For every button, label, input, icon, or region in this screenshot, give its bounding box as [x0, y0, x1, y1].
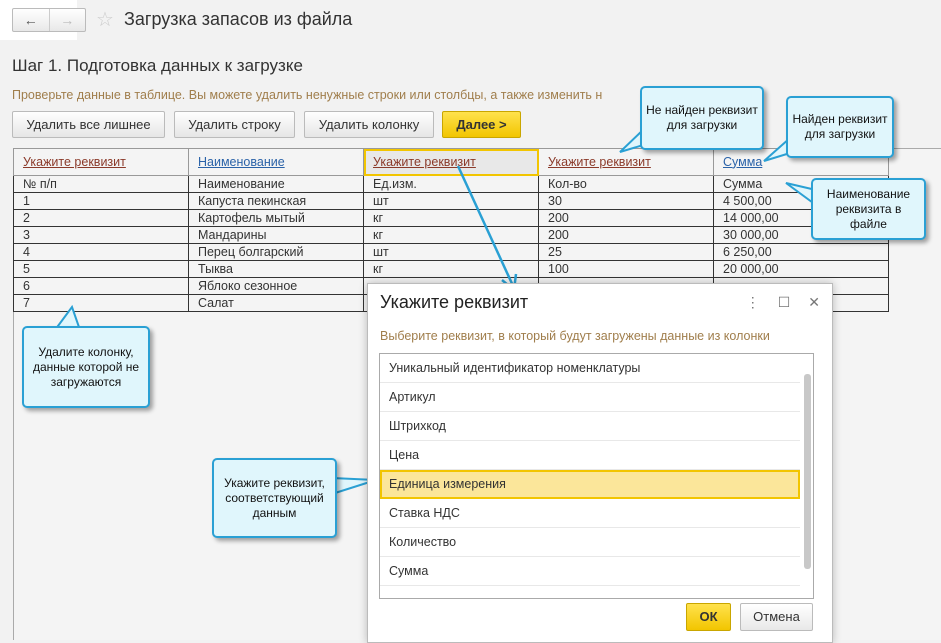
dialog-title: Укажите реквизит	[380, 292, 529, 312]
maximize-icon[interactable]: ☐	[778, 294, 791, 311]
list-item[interactable]: Уникальный идентификатор номенклатуры	[380, 354, 800, 383]
callout-delete-column: Удалите колонку, данные которой не загру…	[22, 326, 150, 408]
list-item[interactable]: Штрихкод	[380, 412, 800, 441]
scrollbar[interactable]	[804, 374, 811, 569]
callout-specify: Укажите реквизит, соответствующий данным	[212, 458, 337, 538]
list-item[interactable]: Количество	[380, 528, 800, 557]
cancel-button[interactable]: Отмена	[740, 603, 813, 631]
list-item[interactable]: Артикул	[380, 383, 800, 412]
callout-found: Найден реквизит для загрузки	[786, 96, 894, 158]
dialog-controls: ⋮ ☐ ✕	[746, 294, 820, 311]
callout-file-name: Наименование реквизита в файле	[811, 178, 926, 240]
list-item[interactable]: Цена	[380, 441, 800, 470]
pointer-arrow	[456, 165, 516, 289]
more-icon[interactable]: ⋮	[746, 294, 760, 311]
dialog-hint: Выберите реквизит, в который будут загру…	[380, 329, 770, 343]
specify-attribute-dialog: Укажите реквизит ⋮ ☐ ✕ Выберите реквизит…	[367, 283, 833, 643]
close-icon[interactable]: ✕	[808, 294, 820, 311]
callout-not-found: Не найден реквизит для загрузки	[640, 86, 764, 150]
list-item[interactable]: Единица измерения	[380, 470, 800, 499]
ok-button[interactable]: ОК	[686, 603, 731, 631]
list-item[interactable]: Ставка НДС	[380, 499, 800, 528]
attribute-list[interactable]: Уникальный идентификатор номенклатуры Арт…	[379, 353, 814, 599]
list-item[interactable]: Сумма	[380, 557, 800, 586]
